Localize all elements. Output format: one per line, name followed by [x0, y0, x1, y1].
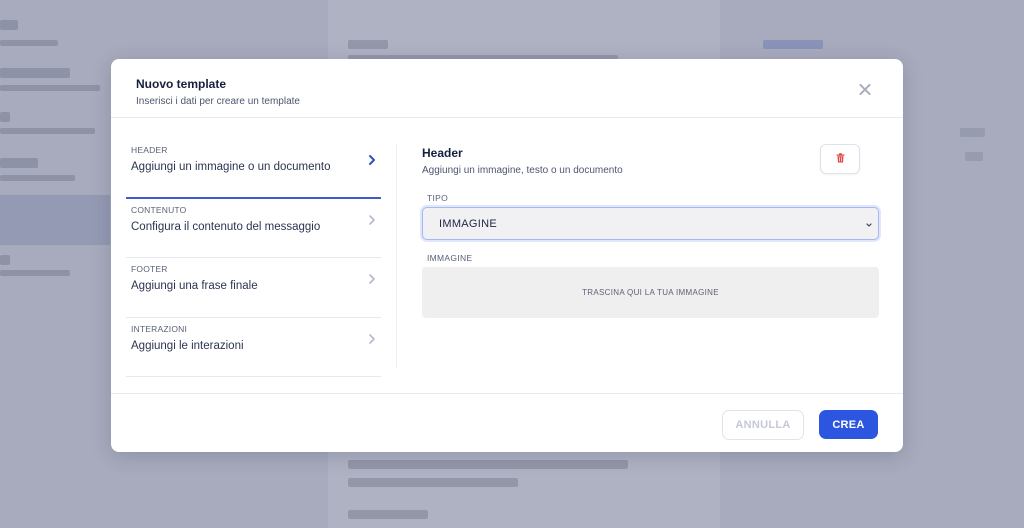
modal-body: HEADER Aggiungi un immagine o un documen… — [111, 118, 903, 393]
step-label: Configura il contenuto del messaggio — [131, 220, 321, 233]
step-caption: CONTENUTO — [131, 204, 187, 215]
step-label: Aggiungi una frase finale — [131, 280, 258, 292]
modal-title: Nuovo template — [136, 77, 227, 91]
image-dropzone[interactable]: TRASCINA QUI LA TUA IMMAGINE — [422, 267, 879, 318]
type-label: TIPO — [427, 193, 449, 203]
chevron-down-icon — [865, 220, 873, 228]
column-divider — [396, 144, 397, 368]
steps-list: HEADER Aggiungi un immagine o un documen… — [126, 139, 381, 377]
header-config-panel: Header Aggiungi un immagine, testo o un … — [422, 144, 879, 318]
panel-subtitle: Aggiungi un immagine, testo o un documen… — [422, 165, 623, 176]
chevron-right-icon — [367, 273, 377, 285]
panel-title: Header — [422, 146, 463, 160]
step-header[interactable]: HEADER Aggiungi un immagine o un documen… — [126, 139, 381, 199]
type-select[interactable]: IMMAGINE — [422, 207, 879, 240]
step-footer[interactable]: FOOTER Aggiungi una frase finale — [126, 258, 381, 318]
image-label: IMMAGINE — [427, 253, 473, 263]
create-button[interactable]: CREA — [819, 410, 878, 439]
close-icon[interactable] — [855, 80, 875, 100]
step-caption: HEADER — [131, 145, 168, 155]
dropzone-text: TRASCINA QUI LA TUA IMMAGINE — [582, 288, 719, 297]
background-sidebar — [0, 0, 110, 528]
type-select-value: IMMAGINE — [439, 218, 498, 230]
step-label: Aggiungi le interazioni — [131, 339, 244, 352]
step-caption: INTERAZIONI — [131, 323, 188, 334]
modal-subtitle: Inserisci i dati per creare un template — [136, 96, 300, 107]
step-interazioni[interactable]: INTERAZIONI Aggiungi le interazioni — [126, 318, 381, 377]
step-contenuto[interactable]: CONTENUTO Configura il contenuto del mes… — [126, 199, 381, 258]
chevron-right-icon — [367, 154, 377, 166]
modal-header: Nuovo template Inserisci i dati per crea… — [111, 59, 903, 118]
cancel-button[interactable]: ANNULLA — [722, 410, 804, 440]
delete-header-button[interactable] — [820, 144, 860, 174]
chevron-right-icon — [367, 333, 377, 345]
trash-icon — [836, 150, 845, 168]
step-label: Aggiungi un immagine o un documento — [131, 161, 331, 173]
modal-footer: ANNULLA CREA — [111, 393, 903, 452]
new-template-modal: Nuovo template Inserisci i dati per crea… — [111, 59, 903, 452]
step-caption: FOOTER — [131, 264, 168, 274]
chevron-right-icon — [367, 214, 377, 226]
